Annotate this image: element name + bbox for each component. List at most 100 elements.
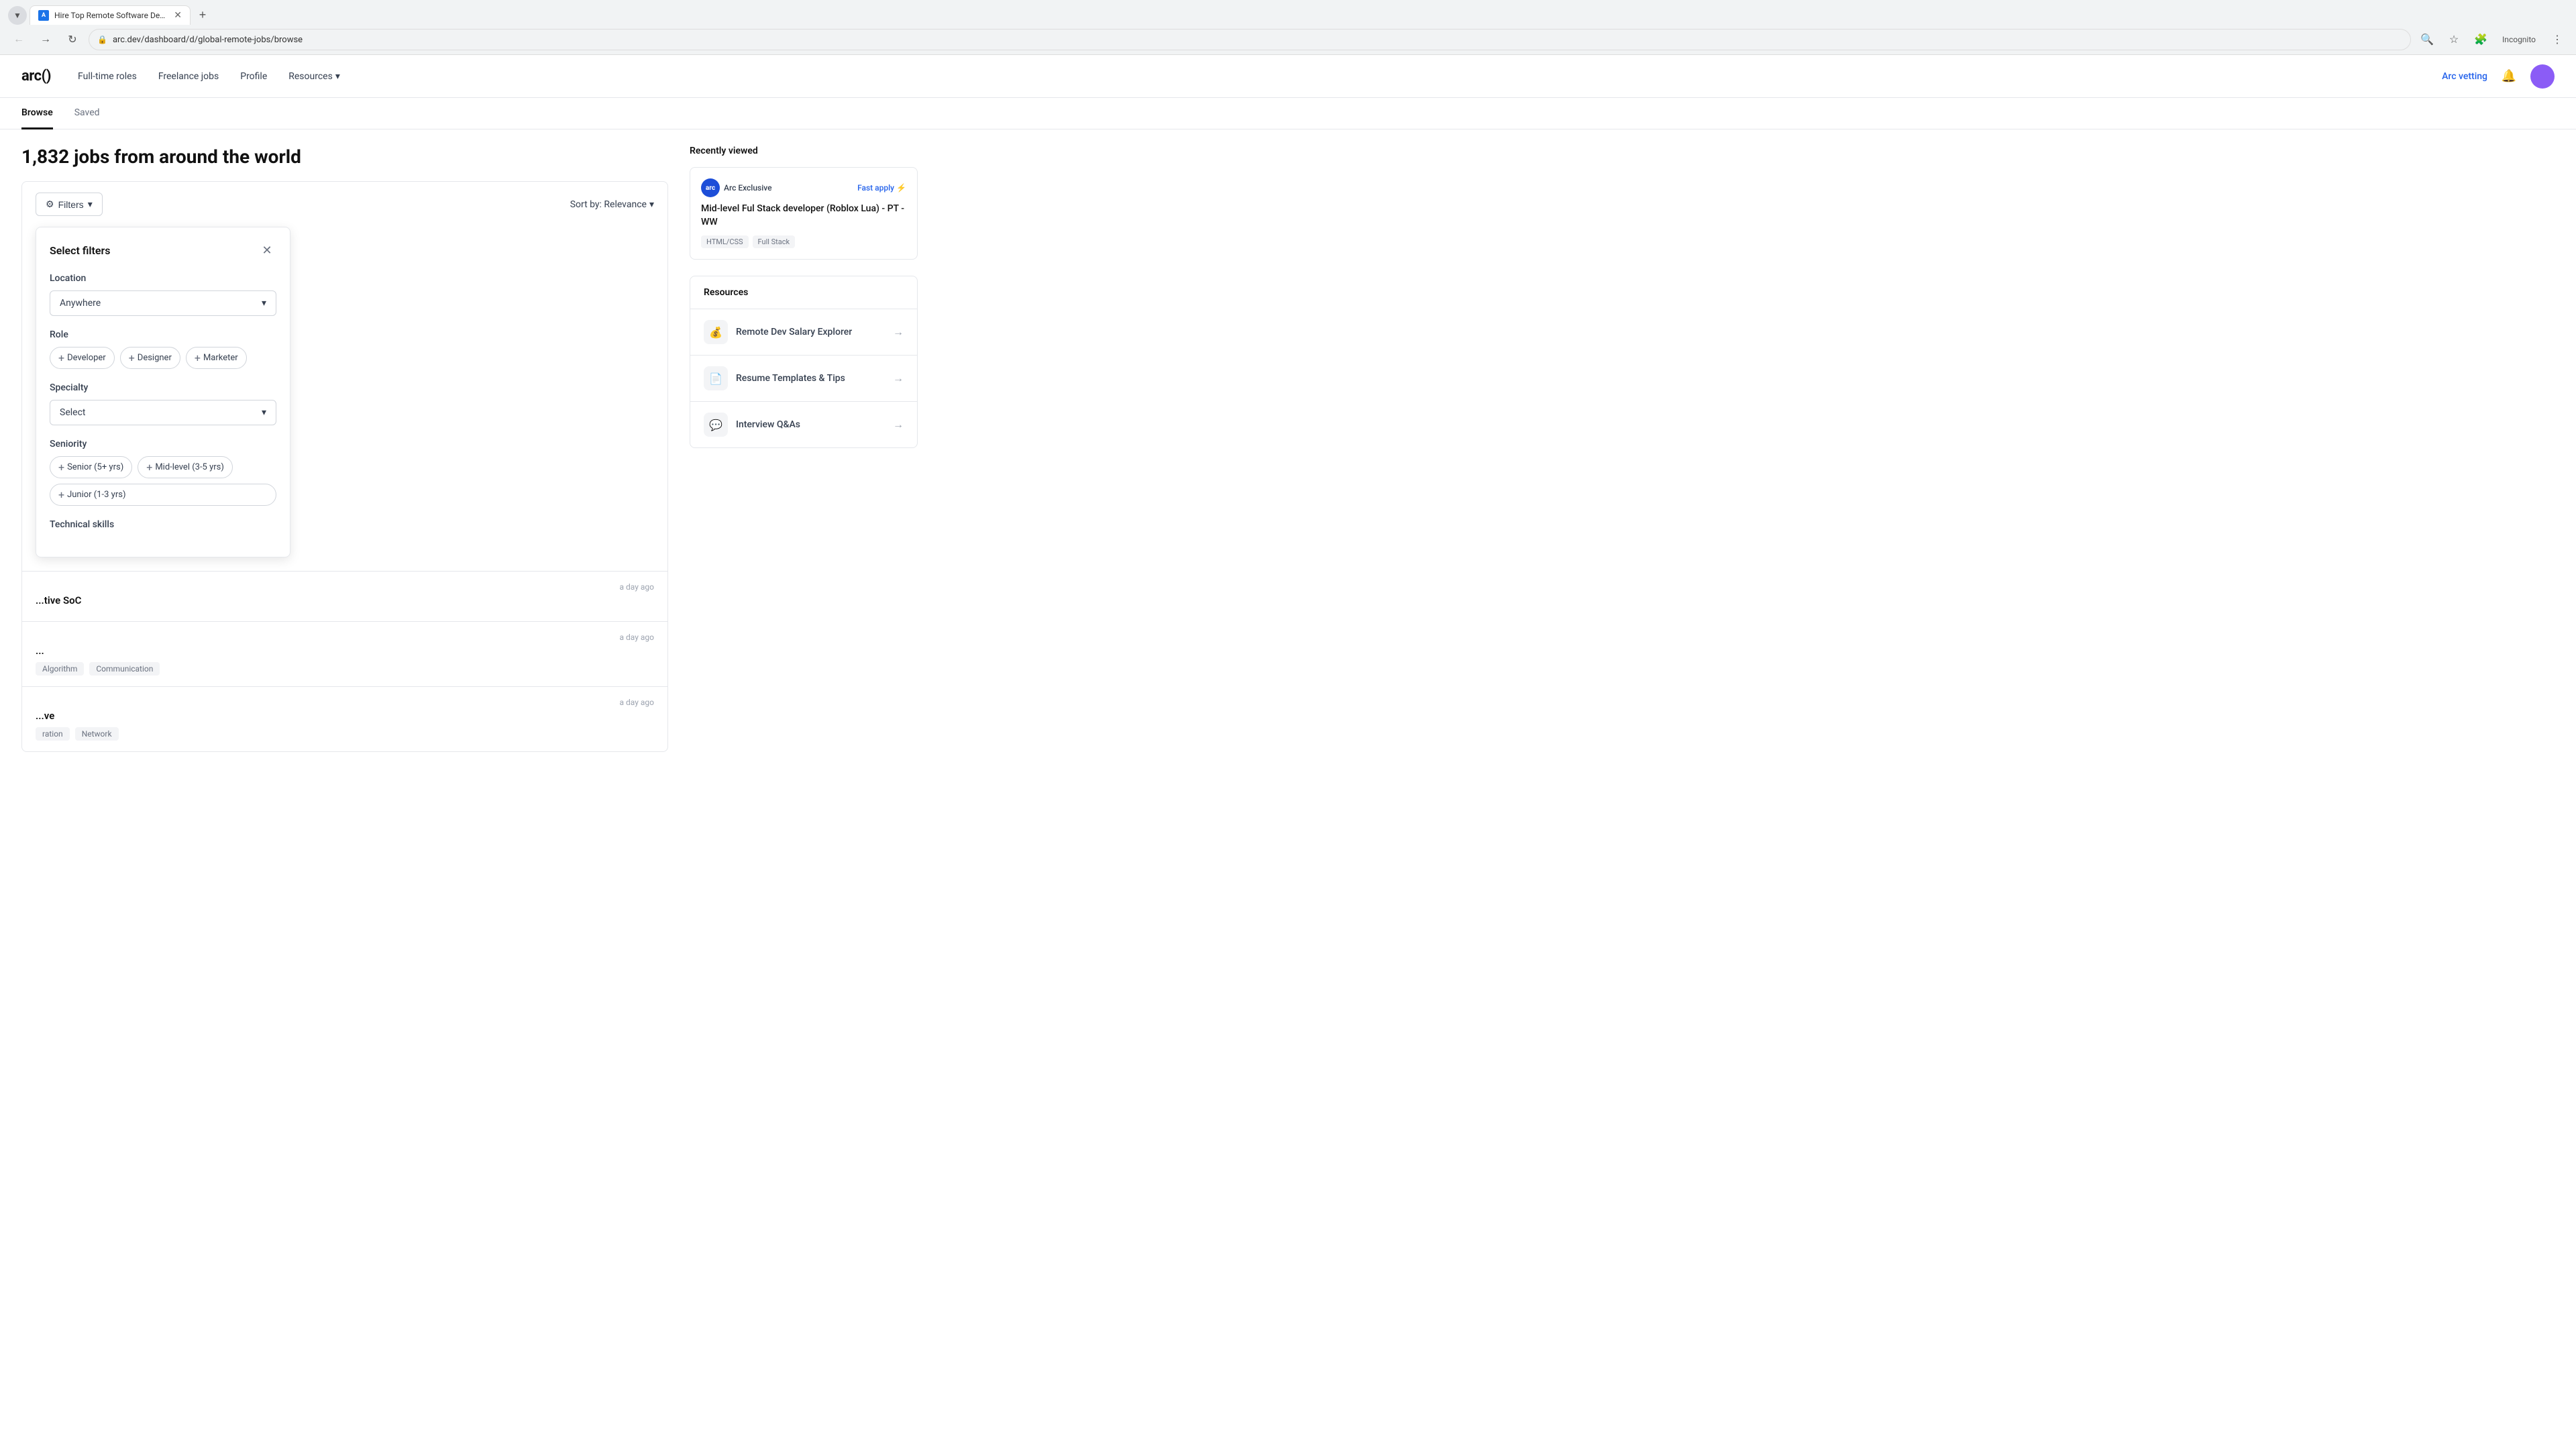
filter-close-button[interactable]: ✕ bbox=[258, 241, 276, 260]
job-time: a day ago bbox=[36, 633, 654, 642]
refresh-button[interactable]: ↻ bbox=[62, 29, 83, 50]
role-chips: + Developer + Designer + Marketer bbox=[50, 347, 276, 369]
jobs-container: ⚙ Filters ▾ Sort by: Relevance ▾ Select … bbox=[21, 181, 668, 752]
chip-plus-icon: + bbox=[58, 461, 64, 474]
notifications-button[interactable]: 🔔 bbox=[2498, 66, 2520, 87]
filter-panel: Select filters ✕ Location Anywhere ▾ Rol… bbox=[36, 227, 290, 557]
seniority-label: Seniority bbox=[50, 439, 276, 449]
arc-vetting-link[interactable]: Arc vetting bbox=[2442, 71, 2487, 82]
seniority-chip-junior[interactable]: + Junior (1-3 yrs) bbox=[50, 484, 276, 506]
job-time: a day ago bbox=[36, 582, 654, 592]
chip-plus-icon: + bbox=[129, 352, 135, 364]
resource-salary-explorer[interactable]: 💰 Remote Dev Salary Explorer → bbox=[690, 309, 917, 356]
location-dropdown[interactable]: Anywhere ▾ bbox=[50, 290, 276, 316]
salary-explorer-icon: 💰 bbox=[704, 320, 728, 344]
interview-qa-icon: 💬 bbox=[704, 413, 728, 437]
main-content: 1,832 jobs from around the world ⚙ Filte… bbox=[0, 129, 939, 768]
resources-section: Resources 💰 Remote Dev Salary Explorer →… bbox=[690, 276, 918, 448]
featured-job-card[interactable]: arc Arc Exclusive Fast apply ⚡ Mid-level… bbox=[690, 167, 918, 260]
extensions-button[interactable]: 🧩 bbox=[2470, 29, 2491, 50]
tab-group-button[interactable]: ▼ bbox=[8, 6, 27, 25]
role-chip-designer[interactable]: + Designer bbox=[120, 347, 180, 369]
bookmark-button[interactable]: ☆ bbox=[2443, 29, 2465, 50]
specialty-value: Select bbox=[60, 407, 85, 418]
incognito-text: Incognito bbox=[2502, 35, 2536, 44]
job-item-3[interactable]: a day ago ...ve ration Network bbox=[22, 686, 667, 751]
user-avatar[interactable] bbox=[2530, 64, 2555, 89]
job-item-1[interactable]: a day ago ...tive SoC bbox=[22, 571, 667, 621]
chip-plus-icon: + bbox=[146, 461, 152, 474]
specialty-label: Specialty bbox=[50, 382, 276, 393]
page-title: 1,832 jobs from around the world bbox=[21, 146, 668, 168]
tab-browse[interactable]: Browse bbox=[21, 98, 53, 129]
back-button[interactable]: ← bbox=[8, 29, 30, 50]
logo[interactable]: arc() bbox=[21, 68, 51, 85]
app-header: arc() Full-time roles Freelance jobs Pro… bbox=[0, 55, 2576, 98]
filters-dropdown-icon: ▾ bbox=[88, 199, 93, 210]
filter-header: Select filters ✕ bbox=[50, 241, 276, 260]
location-label: Location bbox=[50, 273, 276, 284]
arc-logo-icon: arc bbox=[701, 178, 720, 197]
job-card-tag-html: HTML/CSS bbox=[701, 235, 749, 248]
resource-arrow-icon: → bbox=[893, 325, 904, 339]
resource-interview-label: Interview Q&As bbox=[736, 419, 885, 430]
arc-exclusive-badge: arc Arc Exclusive bbox=[701, 178, 772, 197]
resource-arrow-icon: → bbox=[893, 418, 904, 431]
resources-title: Resources bbox=[690, 276, 917, 309]
seniority-chip-senior[interactable]: + Senior (5+ yrs) bbox=[50, 456, 132, 478]
specialty-section: Specialty Select ▾ bbox=[50, 382, 276, 425]
location-value: Anywhere bbox=[60, 298, 101, 309]
search-icon-button[interactable]: 🔍 bbox=[2416, 29, 2438, 50]
incognito-badge: Incognito bbox=[2497, 32, 2541, 47]
resource-interview-qa[interactable]: 💬 Interview Q&As → bbox=[690, 402, 917, 447]
fast-apply-button[interactable]: Fast apply ⚡ bbox=[857, 183, 906, 193]
job-tag-algorithm: Algorithm bbox=[36, 662, 84, 676]
chip-plus-icon: + bbox=[58, 352, 64, 364]
nav-fulltime-roles[interactable]: Full-time roles bbox=[78, 71, 137, 82]
nav-resources[interactable]: Resources ▾ bbox=[288, 71, 340, 82]
job-item-2[interactable]: a day ago ... Algorithm Communication bbox=[22, 621, 667, 686]
right-sidebar: Recently viewed arc Arc Exclusive Fast a… bbox=[690, 146, 918, 752]
technical-skills-label: Technical skills bbox=[50, 519, 276, 530]
job-tag-communication: Communication bbox=[89, 662, 160, 676]
role-chip-developer[interactable]: + Developer bbox=[50, 347, 115, 369]
new-tab-button[interactable]: + bbox=[193, 6, 212, 25]
nav-profile[interactable]: Profile bbox=[240, 71, 267, 82]
resource-salary-label: Remote Dev Salary Explorer bbox=[736, 327, 885, 337]
left-column: 1,832 jobs from around the world ⚙ Filte… bbox=[21, 146, 668, 752]
tab-title: Hire Top Remote Software Dev... bbox=[54, 11, 168, 20]
specialty-dropdown[interactable]: Select ▾ bbox=[50, 400, 276, 425]
seniority-chip-midlevel[interactable]: + Mid-level (3-5 yrs) bbox=[138, 456, 233, 478]
sort-control[interactable]: Sort by: Relevance ▾ bbox=[570, 199, 654, 210]
browser-tab[interactable]: A Hire Top Remote Software Dev... ✕ bbox=[30, 5, 191, 25]
resume-templates-icon: 📄 bbox=[704, 366, 728, 390]
job-tags: Algorithm Communication bbox=[36, 662, 654, 676]
job-title: ... bbox=[36, 645, 654, 657]
address-text: arc.dev/dashboard/d/global-remote-jobs/b… bbox=[113, 35, 2402, 45]
nav-freelance-jobs[interactable]: Freelance jobs bbox=[158, 71, 219, 82]
technical-skills-section: Technical skills bbox=[50, 519, 276, 530]
filter-icon: ⚙ bbox=[46, 199, 54, 210]
nav-right: Arc vetting 🔔 bbox=[2442, 64, 2555, 89]
job-tag-network: Network bbox=[75, 727, 119, 741]
role-chip-marketer[interactable]: + Marketer bbox=[186, 347, 247, 369]
resource-resume-templates[interactable]: 📄 Resume Templates & Tips → bbox=[690, 356, 917, 402]
resources-dropdown-icon: ▾ bbox=[335, 71, 340, 82]
job-card-tags: HTML/CSS Full Stack bbox=[701, 235, 906, 248]
sub-nav: Browse Saved bbox=[0, 98, 2576, 129]
seniority-chips: + Senior (5+ yrs) + Mid-level (3-5 yrs) … bbox=[50, 456, 276, 506]
job-tags: ration Network bbox=[36, 727, 654, 741]
forward-button[interactable]: → bbox=[35, 29, 56, 50]
menu-button[interactable]: ⋮ bbox=[2546, 29, 2568, 50]
job-title: ...ve bbox=[36, 710, 654, 722]
filters-button[interactable]: ⚙ Filters ▾ bbox=[36, 193, 103, 216]
address-bar[interactable]: 🔒 arc.dev/dashboard/d/global-remote-jobs… bbox=[89, 29, 2411, 50]
tab-close-button[interactable]: ✕ bbox=[174, 10, 182, 21]
lightning-icon: ⚡ bbox=[896, 183, 906, 193]
role-label: Role bbox=[50, 329, 276, 340]
resource-resume-label: Resume Templates & Tips bbox=[736, 373, 885, 384]
recently-viewed-section: Recently viewed arc Arc Exclusive Fast a… bbox=[690, 146, 918, 260]
job-tag-ration: ration bbox=[36, 727, 70, 741]
job-card-title: Mid-level Ful Stack developer (Roblox Lu… bbox=[701, 203, 906, 229]
tab-saved[interactable]: Saved bbox=[74, 98, 100, 129]
